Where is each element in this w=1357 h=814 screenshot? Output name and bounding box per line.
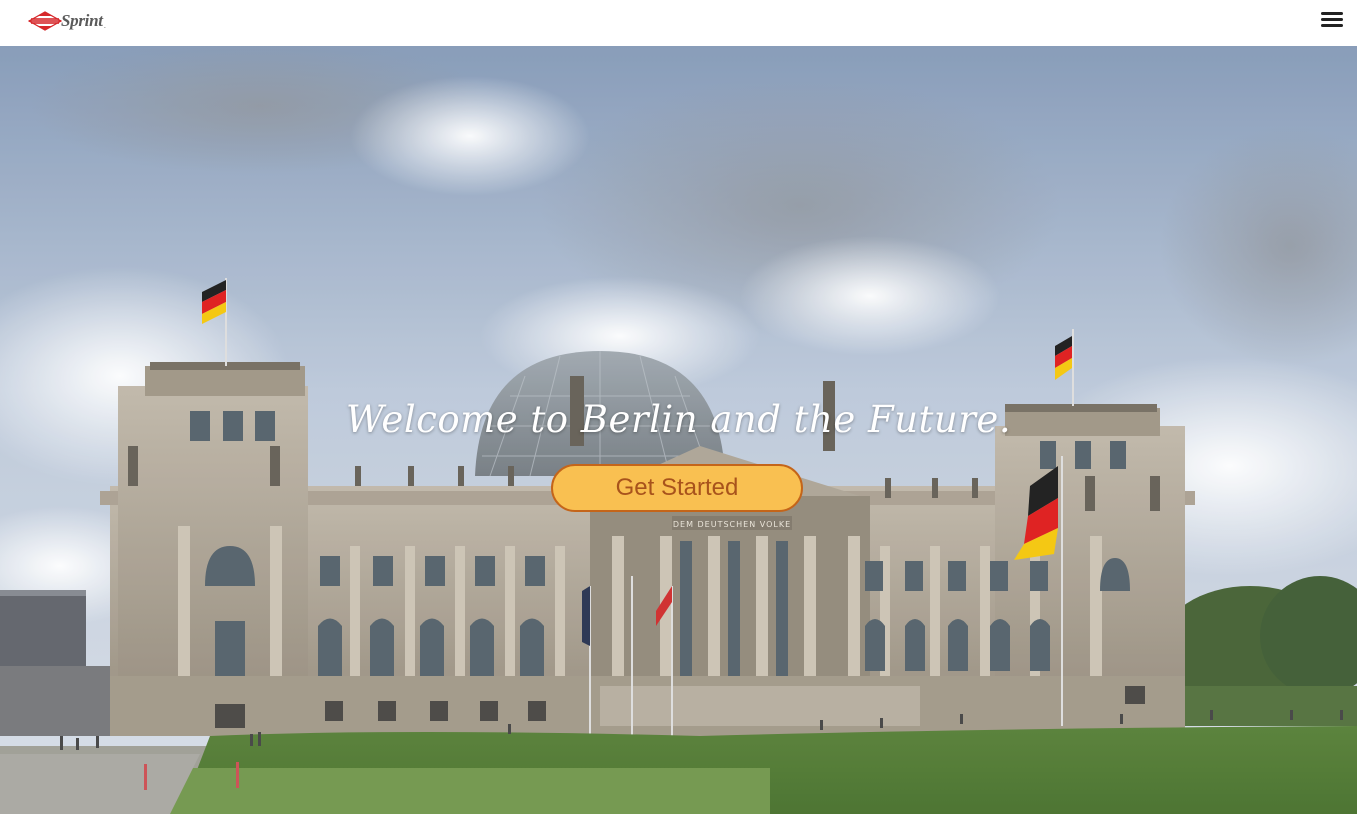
- hero-headline: Welcome to Berlin and the Future.: [345, 398, 1012, 441]
- top-navigation-bar: Sprint .: [0, 0, 1357, 46]
- logo-text: Sprint: [61, 11, 103, 30]
- sprint-logo[interactable]: Sprint .: [28, 9, 106, 33]
- get-started-button[interactable]: Get Started: [551, 464, 803, 512]
- hamburger-menu-icon[interactable]: [1321, 12, 1343, 30]
- sprint-logo-icon: [28, 11, 62, 31]
- hero-section: DEM DEUTSCHEN VOLKE Welcome to Berlin an…: [0, 46, 1357, 814]
- logo-trademark: .: [103, 20, 107, 30]
